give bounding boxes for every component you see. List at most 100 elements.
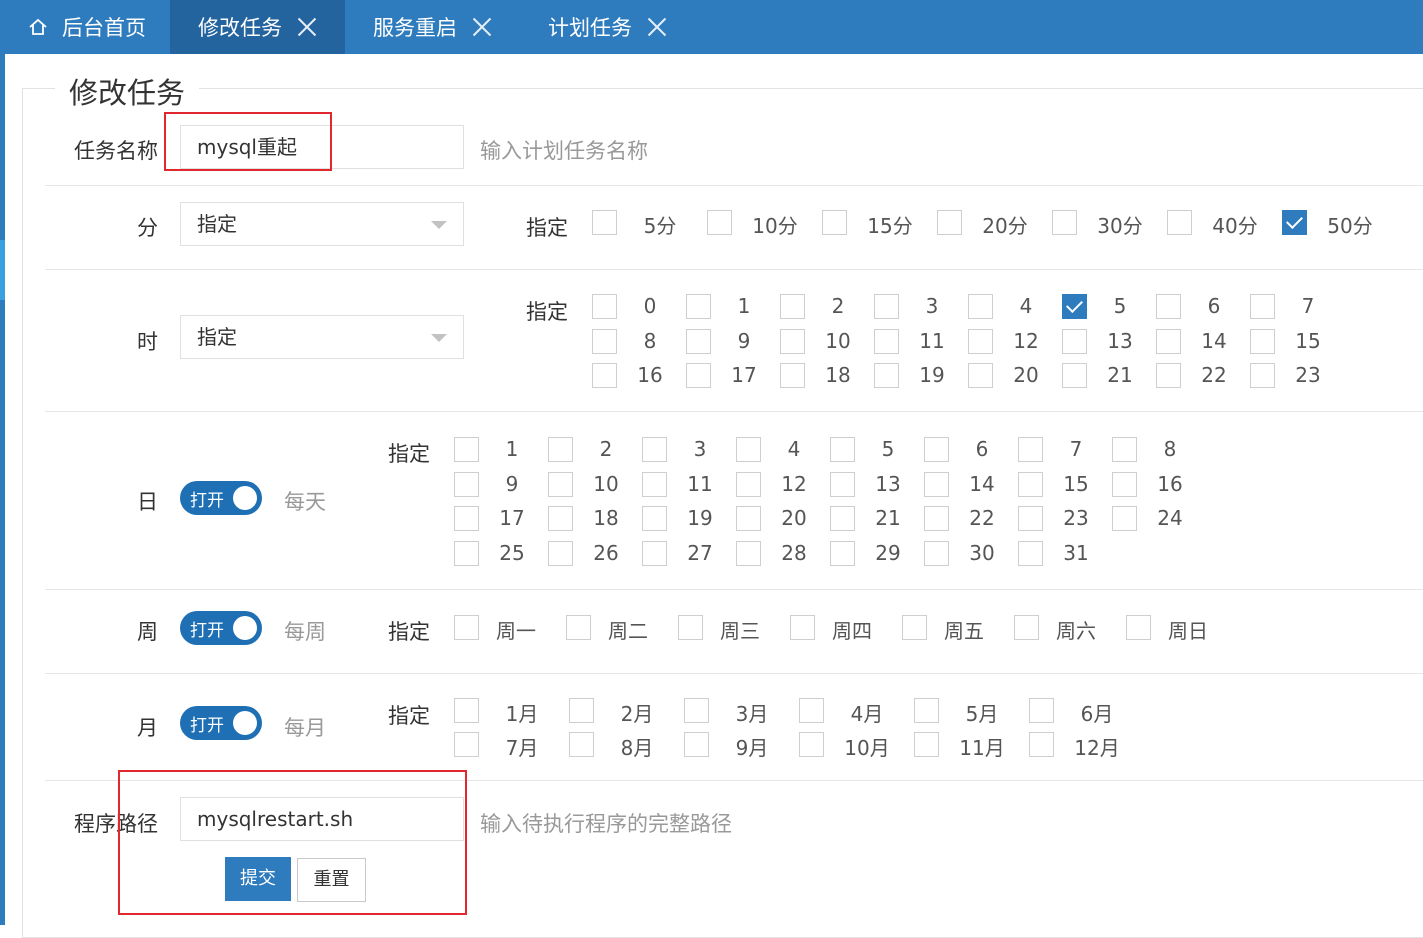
- week-checkbox[interactable]: [1126, 615, 1151, 640]
- hour-checkbox[interactable]: [686, 328, 711, 354]
- tab-home[interactable]: 后台首页: [0, 0, 170, 54]
- month-checkbox[interactable]: [454, 698, 479, 723]
- week-checkbox[interactable]: [790, 615, 815, 640]
- hour-checkbox[interactable]: [780, 294, 805, 319]
- week-checkbox[interactable]: [902, 615, 927, 640]
- left-accent-highlight: [0, 240, 5, 300]
- week-checkbox[interactable]: [678, 615, 703, 640]
- hour-checkbox[interactable]: [780, 328, 805, 354]
- hour-checkbox[interactable]: [686, 363, 711, 388]
- month-checkbox[interactable]: [569, 732, 594, 757]
- hour-checkbox[interactable]: [592, 294, 617, 319]
- day-checkbox[interactable]: [1018, 471, 1043, 497]
- day-checkbox[interactable]: [830, 437, 855, 462]
- hour-checkbox[interactable]: [780, 363, 805, 388]
- month-checkbox[interactable]: [914, 732, 939, 757]
- hour-checkbox[interactable]: [592, 363, 617, 388]
- day-option-label: 18: [593, 506, 619, 530]
- month-checkbox[interactable]: [799, 732, 824, 757]
- tab-service-restart[interactable]: 服务重启: [345, 0, 520, 54]
- hour-checkbox[interactable]: [1062, 328, 1087, 354]
- minute-select[interactable]: 指定: [180, 202, 464, 246]
- month-checkbox[interactable]: [1029, 732, 1054, 757]
- day-checkbox[interactable]: [548, 471, 573, 497]
- hour-checkbox[interactable]: [1250, 294, 1275, 319]
- month-checkbox[interactable]: [914, 698, 939, 723]
- week-checkbox[interactable]: [566, 615, 591, 640]
- day-checkbox[interactable]: [642, 506, 667, 531]
- day-checkbox[interactable]: [1018, 437, 1043, 462]
- day-checkbox[interactable]: [736, 540, 761, 566]
- day-checkbox[interactable]: [924, 540, 949, 566]
- day-checkbox[interactable]: [642, 540, 667, 566]
- close-icon[interactable]: [471, 16, 493, 38]
- month-checkbox[interactable]: [569, 698, 594, 723]
- program-path-hint: 输入待执行程序的完整路径: [480, 812, 732, 836]
- hour-checkbox[interactable]: [874, 363, 899, 388]
- day-checkbox[interactable]: [924, 471, 949, 497]
- week-checkbox[interactable]: [1014, 615, 1039, 640]
- minute-checkbox[interactable]: [1282, 210, 1307, 235]
- hour-checkbox[interactable]: [686, 294, 711, 319]
- day-checkbox[interactable]: [454, 540, 479, 566]
- month-checkbox[interactable]: [799, 698, 824, 723]
- hour-checkbox[interactable]: [1156, 363, 1181, 388]
- day-checkbox[interactable]: [454, 471, 479, 497]
- day-toggle[interactable]: 打开: [180, 481, 262, 515]
- month-checkbox[interactable]: [684, 698, 709, 723]
- close-icon[interactable]: [296, 16, 318, 38]
- close-icon[interactable]: [646, 16, 668, 38]
- week-toggle[interactable]: 打开: [180, 611, 262, 645]
- minute-checkbox[interactable]: [1167, 210, 1192, 235]
- hour-checkbox[interactable]: [968, 363, 993, 388]
- month-option-label: 2月: [620, 702, 654, 726]
- day-checkbox[interactable]: [1112, 471, 1137, 497]
- minute-checkbox[interactable]: [1052, 210, 1077, 235]
- day-option-label: 4: [787, 437, 801, 461]
- day-checkbox[interactable]: [548, 540, 573, 566]
- minute-checkbox[interactable]: [707, 210, 732, 235]
- month-checkbox[interactable]: [1029, 698, 1054, 723]
- tab-scheduled-tasks[interactable]: 计划任务: [520, 0, 695, 54]
- day-checkbox[interactable]: [736, 506, 761, 531]
- hour-checkbox[interactable]: [968, 328, 993, 354]
- day-checkbox[interactable]: [736, 437, 761, 462]
- day-checkbox[interactable]: [454, 506, 479, 531]
- day-checkbox[interactable]: [830, 471, 855, 497]
- day-checkbox[interactable]: [830, 540, 855, 566]
- hour-checkbox[interactable]: [874, 328, 899, 354]
- month-checkbox[interactable]: [684, 732, 709, 757]
- day-checkbox[interactable]: [642, 471, 667, 497]
- hour-checkbox[interactable]: [968, 294, 993, 319]
- day-checkbox[interactable]: [642, 437, 667, 462]
- hour-checkbox[interactable]: [1250, 363, 1275, 388]
- minute-checkbox[interactable]: [592, 210, 617, 235]
- hour-checkbox[interactable]: [1250, 328, 1275, 354]
- day-checkbox[interactable]: [548, 437, 573, 462]
- day-checkbox[interactable]: [924, 506, 949, 531]
- day-checkbox[interactable]: [1112, 437, 1137, 462]
- hour-select[interactable]: 指定: [180, 315, 464, 359]
- week-checkbox[interactable]: [454, 615, 479, 640]
- day-checkbox[interactable]: [830, 506, 855, 531]
- day-checkbox[interactable]: [1018, 540, 1043, 566]
- minute-checkbox[interactable]: [937, 210, 962, 235]
- hour-checkbox[interactable]: [874, 294, 899, 319]
- tab-edit-task[interactable]: 修改任务: [170, 0, 345, 54]
- minute-checkbox[interactable]: [822, 210, 847, 235]
- day-checkbox[interactable]: [924, 437, 949, 462]
- day-checkbox[interactable]: [1018, 506, 1043, 531]
- day-checkbox[interactable]: [548, 506, 573, 531]
- hour-checkbox[interactable]: [1156, 328, 1181, 354]
- hour-option-label: 23: [1295, 363, 1321, 387]
- day-option-label: 15: [1063, 471, 1089, 496]
- month-checkbox[interactable]: [454, 732, 479, 757]
- day-checkbox[interactable]: [736, 471, 761, 497]
- hour-checkbox[interactable]: [1062, 294, 1087, 319]
- day-checkbox[interactable]: [1112, 506, 1137, 531]
- hour-checkbox[interactable]: [1156, 294, 1181, 319]
- hour-checkbox[interactable]: [592, 328, 617, 354]
- month-toggle[interactable]: 打开: [180, 706, 262, 740]
- day-checkbox[interactable]: [454, 437, 479, 462]
- hour-checkbox[interactable]: [1062, 363, 1087, 388]
